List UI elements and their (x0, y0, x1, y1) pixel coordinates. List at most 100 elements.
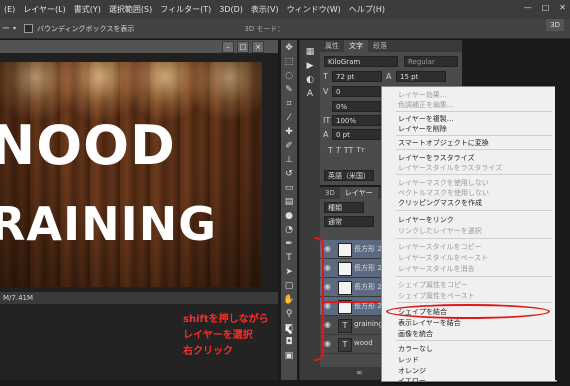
tab-3d[interactable]: 3D (320, 187, 340, 199)
menu-item-convert-smart-object[interactable]: スマートオブジェクトに変換 (398, 138, 489, 148)
healing-tool-icon[interactable]: ✚ (283, 126, 295, 138)
menu-item-select[interactable]: 選択範囲(S) (105, 4, 156, 15)
small-caps-icon[interactable]: Tт (356, 146, 364, 155)
doc-close-icon[interactable]: × (252, 41, 264, 53)
tab-properties[interactable]: 属性 (320, 40, 344, 52)
blend-mode-select[interactable]: 通常 (324, 216, 374, 227)
menu-item-flatten-image[interactable]: 画像を統合 (398, 329, 433, 339)
leading-field[interactable]: 15 pt (396, 71, 446, 82)
menu-item-rasterize-layer[interactable]: レイヤーをラスタライズ (398, 153, 474, 163)
workspace-3d-button[interactable]: 3D (546, 19, 564, 31)
menu-item-type[interactable]: 書式(Y) (70, 4, 105, 15)
type-tool-icon[interactable]: T (283, 252, 295, 264)
menu-item-merge-visible[interactable]: 表示レイヤーを結合 (398, 318, 461, 328)
workspace-edge (555, 86, 570, 380)
history-brush-tool-icon[interactable]: ↺ (283, 168, 295, 180)
layer-name: graining (354, 320, 383, 328)
screen-mode-icon[interactable]: ▣ (283, 350, 295, 362)
actions-panel-icon[interactable]: ▶ (304, 60, 316, 72)
canvas-text-graining: RAINING (0, 197, 218, 251)
path-select-tool-icon[interactable]: ➤ (283, 266, 295, 278)
tab-layers[interactable]: レイヤー (339, 187, 378, 199)
link-layers-icon[interactable]: ∞ (356, 368, 363, 377)
language-select[interactable]: 英語（米国） (324, 170, 374, 181)
faux-bold-icon[interactable]: T (328, 146, 333, 155)
menu-item-3d[interactable]: 3D(D) (215, 5, 247, 14)
move-tool-icon[interactable]: ✥ (283, 42, 295, 54)
annotation-line-2: レイヤーを選択 (183, 330, 253, 341)
shape-tool-icon[interactable]: ▢ (283, 280, 295, 292)
layer-name: 長方形 2 (354, 245, 382, 253)
tab-paragraph[interactable]: 段落 (368, 40, 392, 52)
menu-item-orange[interactable]: オレンジ (398, 366, 426, 376)
baseline-shift-field[interactable]: 0 pt (332, 129, 382, 140)
cursor-icon: ⬉ (284, 324, 294, 337)
dropdown-arrow-icon[interactable]: ▾ (13, 25, 16, 32)
menu-item-filter[interactable]: フィルター(T) (156, 4, 215, 15)
menu-item-help[interactable]: ヘルプ(H) (345, 4, 389, 15)
menu-item-yellow[interactable]: イエロー (398, 376, 426, 386)
options-bar: ー ▾ バウンディングボックスを表示 3D モード： (0, 19, 570, 39)
zoom-tool-icon[interactable]: ⚲ (283, 308, 295, 320)
faux-italic-icon[interactable]: T (336, 146, 341, 155)
menu-item-delete-layer[interactable]: レイヤーを削除 (398, 124, 447, 134)
menu-item-no-color[interactable]: カラーなし (398, 344, 433, 354)
layer-name: 長方形 2 (354, 264, 382, 272)
menu-item-red[interactable]: レッド (398, 355, 419, 365)
menu-item-view[interactable]: 表示(V) (247, 4, 283, 15)
blur-tool-icon[interactable]: ● (283, 210, 295, 222)
menu-item-link-layers[interactable]: レイヤーをリンク (398, 215, 454, 225)
baseline-shift-icon: A (323, 130, 329, 139)
history-panel-icon[interactable]: ▦ (304, 46, 316, 58)
eye-icon[interactable]: ◉ (324, 263, 334, 273)
quick-select-tool-icon[interactable]: ✎ (283, 84, 295, 96)
marquee-tool-icon[interactable]: ⬚ (283, 56, 295, 68)
menu-item-window[interactable]: ウィンドウ(W) (283, 4, 345, 15)
eye-icon[interactable]: ◉ (324, 282, 334, 292)
menu-item-disable-vector-mask: ベクトルマスクを使用しない (398, 189, 489, 197)
menu-item-merge-shapes[interactable]: シェイプを結合 (398, 307, 447, 317)
layer-filter-select[interactable]: 種類 (324, 202, 364, 213)
all-caps-icon[interactable]: TT (344, 146, 354, 155)
tool-preset-label[interactable]: ー (0, 23, 10, 34)
close-icon[interactable]: ✕ (559, 3, 566, 12)
gradient-tool-icon[interactable]: ▤ (283, 196, 295, 208)
tab-character[interactable]: 文字 (344, 40, 368, 52)
crop-tool-icon[interactable]: ⌗ (283, 98, 295, 110)
maximize-icon[interactable]: □ (542, 3, 550, 12)
font-family-select[interactable]: KiloGram (324, 56, 398, 67)
doc-maximize-icon[interactable]: □ (237, 41, 249, 53)
menu-item-layer[interactable]: レイヤー(L) (19, 4, 69, 15)
bounding-box-checkbox[interactable] (24, 24, 34, 33)
menu-item-create-clipping-mask[interactable]: クリッピングマスクを作成 (398, 198, 482, 208)
font-size-field[interactable]: 72 pt (332, 71, 382, 82)
eye-icon[interactable]: ◉ (324, 339, 334, 349)
layer-name: 長方形 2 (354, 283, 382, 291)
lasso-tool-icon[interactable]: ◌ (283, 70, 295, 82)
doc-minimize-icon[interactable]: – (222, 41, 234, 53)
type-panel-icon[interactable]: A (304, 88, 316, 100)
eye-icon[interactable]: ◉ (324, 244, 334, 254)
menu-separator (396, 276, 552, 277)
quick-mask-icon[interactable]: ◘ (283, 336, 295, 348)
vertical-scale-field[interactable]: 100% (332, 115, 382, 126)
eyedropper-tool-icon[interactable]: ⁄ (283, 112, 295, 124)
text-layer-icon: T (338, 338, 352, 352)
layer-name: wood (354, 339, 373, 347)
eraser-tool-icon[interactable]: ▭ (283, 182, 295, 194)
eye-icon[interactable]: ◉ (324, 320, 334, 330)
hand-tool-icon[interactable]: ✋ (283, 294, 295, 306)
font-style-select[interactable]: Regular (404, 56, 458, 67)
pen-tool-icon[interactable]: ✒ (283, 238, 295, 250)
minimize-icon[interactable]: — (524, 3, 532, 12)
document-canvas[interactable]: NOOD RAINING (0, 62, 262, 287)
adjust-panel-icon[interactable]: ◐ (304, 74, 316, 86)
menu-item-duplicate-layer[interactable]: レイヤーを複製... (398, 114, 453, 124)
kerning-field[interactable]: 0 (332, 86, 382, 97)
dodge-tool-icon[interactable]: ◔ (283, 224, 295, 236)
stamp-tool-icon[interactable]: ⊥ (283, 154, 295, 166)
tracking-field[interactable]: 0% (332, 101, 382, 112)
brush-tool-icon[interactable]: ✐ (283, 140, 295, 152)
menu-item-edit-partial[interactable]: (E) (0, 5, 19, 14)
menu-separator (396, 149, 552, 150)
